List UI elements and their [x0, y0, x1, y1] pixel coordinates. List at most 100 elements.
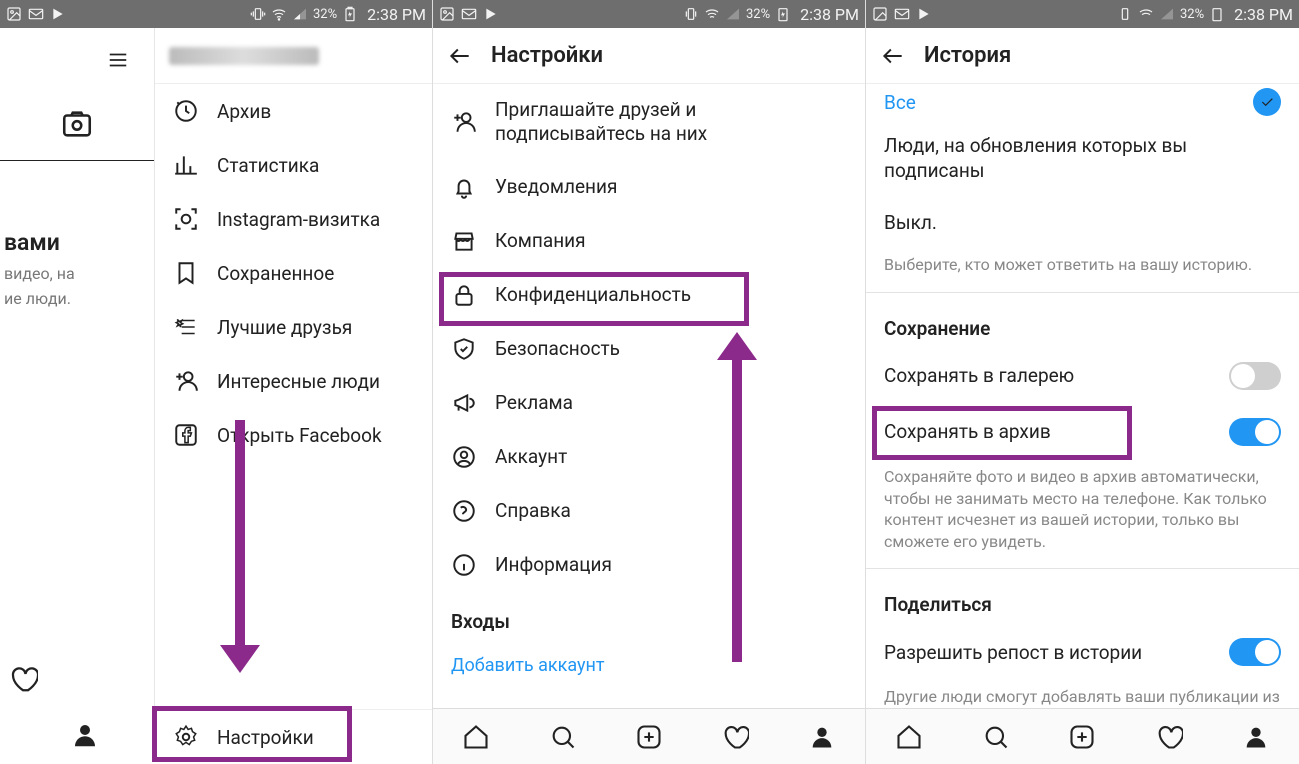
profile-left-partial: вами видео, на ие люди.	[0, 28, 155, 708]
profile-photo-icon[interactable]	[60, 107, 94, 145]
account-icon	[451, 444, 477, 470]
save-desc: Сохраняйте фото и видео в архив автомати…	[866, 460, 1299, 562]
profile-icon[interactable]	[808, 723, 836, 751]
menu-nametag-label: Instagram-визитка	[217, 208, 380, 231]
menu-close-friends[interactable]: Лучшие друзья	[155, 300, 432, 354]
signal-icon	[725, 6, 741, 22]
mail-icon	[461, 6, 477, 22]
bell-icon	[451, 174, 477, 200]
back-icon[interactable]	[447, 43, 473, 69]
wifi-icon	[704, 6, 720, 22]
settings-invite[interactable]: Приглашайте друзей и подписывайтесь на н…	[433, 84, 865, 160]
add-person-icon	[451, 109, 477, 135]
lock-icon	[451, 282, 477, 308]
save-header: Сохранение	[866, 299, 1299, 348]
battery-icon	[342, 6, 358, 22]
menu-facebook[interactable]: Открыть Facebook	[155, 408, 432, 462]
vibrate-icon	[683, 6, 699, 22]
menu-stats-label: Статистика	[217, 154, 319, 177]
list-star-icon	[173, 314, 199, 340]
allow-repost-label: Разрешить репост в истории	[884, 641, 1142, 664]
partial-heading: вами	[0, 211, 154, 262]
menu-facebook-label: Открыть Facebook	[217, 424, 382, 447]
signal-icon	[292, 6, 308, 22]
clock-time: 2:38 PM	[1234, 5, 1293, 24]
vibrate-icon	[250, 6, 266, 22]
drawer-header	[155, 28, 432, 84]
settings-title: Настройки	[491, 43, 603, 68]
bottom-nav	[866, 708, 1299, 764]
heart-icon[interactable]	[8, 664, 38, 698]
battery-pct: 32%	[313, 7, 337, 22]
facebook-icon	[173, 422, 199, 448]
settings-account[interactable]: Аккаунт	[433, 430, 865, 484]
profile-tab-icon[interactable]	[70, 720, 100, 754]
save-gallery-toggle[interactable]	[1229, 362, 1281, 390]
partial-sub2: ие люди.	[0, 287, 154, 312]
settings-ads[interactable]: Реклама	[433, 376, 865, 430]
settings-info[interactable]: Информация	[433, 538, 865, 592]
settings-notifications[interactable]: Уведомления	[433, 160, 865, 214]
menu-close-friends-label: Лучшие друзья	[217, 316, 352, 339]
story-all-option[interactable]: Все	[866, 84, 1299, 120]
story-reply-hint: Выберите, кто может ответить на вашу ист…	[866, 248, 1299, 286]
vibrate-icon	[1117, 6, 1133, 22]
story-header: История	[866, 28, 1299, 84]
add-post-icon[interactable]	[1068, 723, 1096, 751]
settings-header: Настройки	[433, 28, 865, 84]
search-icon[interactable]	[982, 723, 1010, 751]
menu-saved-label: Сохраненное	[217, 262, 334, 285]
allow-repost-toggle[interactable]	[1229, 638, 1281, 666]
play-icon	[50, 6, 66, 22]
share-header: Поделиться	[866, 575, 1299, 624]
clock-time: 2:38 PM	[800, 5, 859, 24]
settings-account-label: Аккаунт	[495, 445, 567, 468]
save-archive-toggle[interactable]	[1229, 418, 1281, 446]
save-archive-label: Сохранять в архив	[884, 420, 1051, 443]
help-icon	[451, 498, 477, 524]
wifi-icon	[1138, 6, 1154, 22]
settings-company[interactable]: Компания	[433, 214, 865, 268]
battery-icon	[775, 6, 791, 22]
stats-icon	[173, 152, 199, 178]
heart-icon[interactable]	[1155, 723, 1183, 751]
battery-pct: 32%	[746, 7, 770, 22]
settings-notifications-label: Уведомления	[495, 175, 617, 198]
settings-security[interactable]: Безопасность	[433, 322, 865, 376]
clock-time: 2:38 PM	[367, 5, 426, 24]
allow-repost-row[interactable]: Разрешить репост в истории	[866, 624, 1299, 680]
screen-story: 32% 2:38 PM История Все Люди, на обновле…	[866, 0, 1299, 764]
home-icon[interactable]	[462, 723, 490, 751]
save-gallery-row[interactable]: Сохранять в галерею	[866, 348, 1299, 404]
profile-icon[interactable]	[1242, 723, 1270, 751]
home-icon[interactable]	[895, 723, 923, 751]
play-icon	[483, 6, 499, 22]
menu-discover-label: Интересные люди	[217, 370, 380, 393]
menu-saved[interactable]: Сохраненное	[155, 246, 432, 300]
add-post-icon[interactable]	[635, 723, 663, 751]
story-off-option[interactable]: Выкл.	[866, 197, 1299, 248]
story-subscribed-option[interactable]: Люди, на обновления которых вы подписаны	[866, 120, 1299, 197]
search-icon[interactable]	[549, 723, 577, 751]
image-icon	[439, 6, 455, 22]
check-icon	[1253, 88, 1281, 116]
mail-icon	[28, 6, 44, 22]
settings-company-label: Компания	[495, 229, 586, 252]
settings-help[interactable]: Справка	[433, 484, 865, 538]
wifi-icon	[271, 6, 287, 22]
bookmark-icon	[173, 260, 199, 286]
save-archive-row[interactable]: Сохранять в архив	[866, 404, 1299, 460]
add-account-link[interactable]: Добавить аккаунт	[433, 641, 865, 690]
screen-settings: 32% 2:38 PM Настройки Приглашайте друзей…	[433, 0, 866, 764]
menu-nametag[interactable]: Instagram-визитка	[155, 192, 432, 246]
story-subscribed-label: Люди, на обновления которых вы подписаны	[884, 134, 1281, 183]
menu-stats[interactable]: Статистика	[155, 138, 432, 192]
status-bar: 32% 2:38 PM	[0, 0, 432, 28]
menu-archive[interactable]: Архив	[155, 84, 432, 138]
back-icon[interactable]	[880, 43, 906, 69]
settings-privacy-label: Конфиденциальность	[495, 283, 691, 306]
settings-privacy[interactable]: Конфиденциальность	[433, 268, 865, 322]
heart-icon[interactable]	[721, 723, 749, 751]
menu-discover[interactable]: Интересные люди	[155, 354, 432, 408]
hamburger-icon[interactable]	[104, 49, 132, 75]
